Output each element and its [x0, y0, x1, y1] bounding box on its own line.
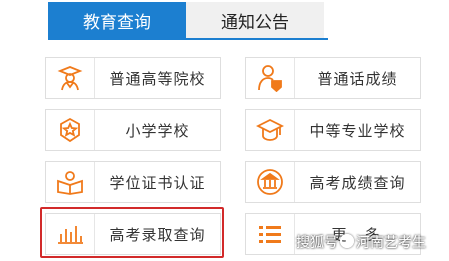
- mortarboard-icon: [246, 110, 295, 150]
- graduate-icon: [46, 58, 95, 98]
- watermark-suffix: 河南艺考生: [356, 235, 426, 251]
- star-badge-icon: [46, 110, 95, 150]
- watermark: 搜狐号 河南艺考生: [296, 232, 426, 252]
- tab-underline: [48, 38, 328, 40]
- tab-education-query[interactable]: 教育查询: [48, 2, 186, 38]
- highlight-box: [40, 207, 224, 258]
- tab-notices[interactable]: 通知公告: [186, 2, 324, 38]
- open-book-icon: [46, 162, 95, 202]
- exam-building-icon: [246, 162, 295, 202]
- tab-bar: 教育查询 通知公告: [48, 2, 328, 38]
- card-vocational-schools[interactable]: 中等专业学校: [245, 109, 421, 151]
- watermark-prefix: 搜狐号: [296, 235, 338, 251]
- menu-list-icon: [246, 214, 295, 254]
- card-label: 高考成绩查询: [309, 173, 406, 192]
- card-primary-schools[interactable]: 小学学校: [45, 109, 221, 151]
- person-check-icon: [246, 58, 295, 98]
- card-label: 小学学校: [125, 121, 190, 140]
- at-icon: [340, 234, 354, 248]
- card-putonghua-score[interactable]: 普通话成绩: [245, 57, 421, 99]
- card-label: 学位证书认证: [109, 173, 206, 192]
- card-gaokao-scores[interactable]: 高考成绩查询: [245, 161, 421, 203]
- card-label: 中等专业学校: [309, 121, 406, 140]
- card-label: 普通话成绩: [317, 69, 398, 88]
- card-label: 普通高等院校: [109, 69, 206, 88]
- card-universities[interactable]: 普通高等院校: [45, 57, 221, 99]
- card-degree-certification[interactable]: 学位证书认证: [45, 161, 221, 203]
